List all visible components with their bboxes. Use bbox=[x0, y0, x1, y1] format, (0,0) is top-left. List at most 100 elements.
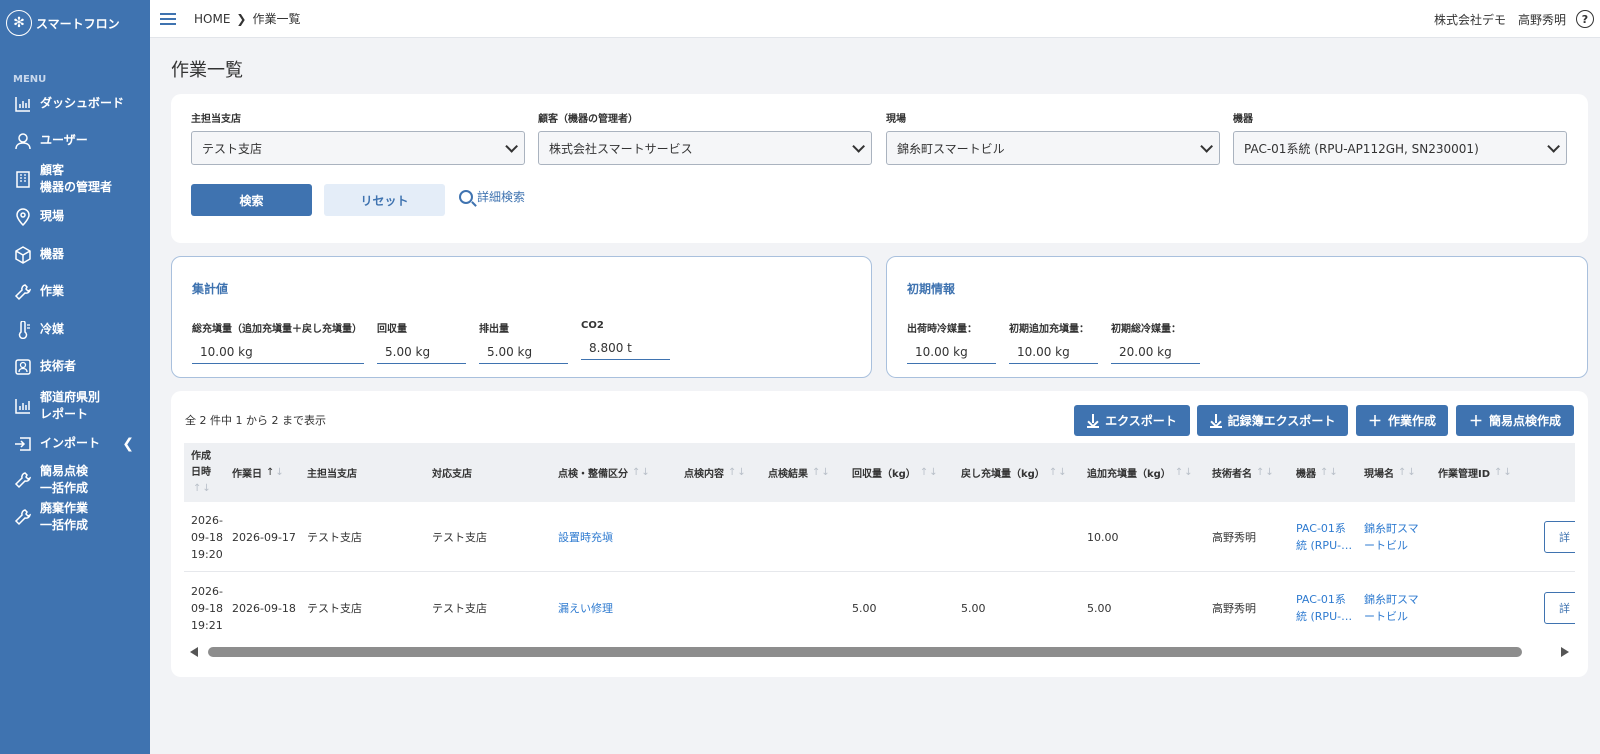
col-content[interactable]: 点検内容 ↑↓ bbox=[684, 443, 747, 502]
cell-branch: テスト支店 bbox=[432, 530, 487, 544]
user-name[interactable]: 高野秀明 bbox=[1518, 11, 1566, 28]
scrollbar-thumb[interactable] bbox=[208, 647, 1522, 657]
header-label: 主担当支店 bbox=[307, 469, 357, 480]
field-value: 5.00 kg bbox=[377, 341, 466, 364]
record-export-label: 記録簿エクスポート bbox=[1227, 414, 1336, 428]
sidebar-item-equipment[interactable]: 機器 bbox=[0, 237, 150, 272]
col-category[interactable]: 点検・整備区分 ↑↓ bbox=[558, 443, 651, 502]
col-main-branch[interactable]: 主担当支店 bbox=[307, 443, 357, 502]
chevron-down-icon bbox=[852, 139, 865, 153]
bar-chart-icon bbox=[13, 396, 33, 416]
breadcrumb-home[interactable]: HOME bbox=[194, 12, 230, 26]
horizontal-scrollbar[interactable] bbox=[184, 645, 1575, 659]
col-technician[interactable]: 技術者名 ↑↓ bbox=[1212, 443, 1275, 502]
work-list-panel: 全 2 件中 1 から 2 まで表示 エクスポート 記録簿エクスポート ＋ 作業… bbox=[171, 391, 1588, 677]
col-equipment[interactable]: 機器 ↑↓ bbox=[1296, 443, 1339, 502]
site-select[interactable]: 錦糸町スマートビル bbox=[886, 131, 1220, 165]
header-label: 作成 bbox=[191, 450, 211, 462]
create-work-button[interactable]: ＋ 作業作成 bbox=[1356, 405, 1448, 436]
chevron-left-icon: ❮ bbox=[122, 435, 134, 452]
col-result[interactable]: 点検結果 ↑↓ bbox=[768, 443, 831, 502]
customer-select[interactable]: 株式会社スマートサービス bbox=[538, 131, 872, 165]
sidebar-item-import[interactable]: インポート ❮ bbox=[0, 426, 150, 461]
search-panel: 主担当支店 テスト支店 顧客（機器の管理者） 株式会社スマートサービス 現場 錦… bbox=[171, 94, 1588, 243]
cell-work-date: 2026-09-17 bbox=[232, 530, 296, 544]
table-row: 2026- 09-18 19:20 2026-09-17 テスト支店 テスト支店… bbox=[184, 502, 1575, 572]
snowflake-logo-icon: ✻ bbox=[6, 10, 32, 36]
wrench-icon bbox=[13, 470, 33, 490]
sort-icon: ↑↓ bbox=[1256, 467, 1275, 478]
cell-site-link[interactable]: 錦糸町スマ ートビル bbox=[1364, 573, 1419, 641]
chevron-down-icon bbox=[505, 139, 518, 153]
sidebar-item-sites[interactable]: 現場 bbox=[0, 196, 150, 237]
search-button[interactable]: 検索 bbox=[191, 184, 312, 216]
sidebar-item-users[interactable]: ユーザー bbox=[0, 120, 150, 161]
select-value: テスト支店 bbox=[202, 141, 263, 156]
sidebar-item-customers[interactable]: 顧客 機器の管理者 bbox=[0, 161, 150, 196]
advanced-search-link[interactable]: 詳細検索 bbox=[459, 188, 525, 205]
cell-equipment-link[interactable]: PAC-01系 統 (RPU-… bbox=[1296, 573, 1352, 641]
brand[interactable]: ✻ スマートフロン bbox=[0, 0, 150, 46]
sort-icon: ↑↓ bbox=[812, 467, 831, 478]
cell-branch: テスト支店 bbox=[432, 601, 487, 615]
sort-icon: ↑↓ bbox=[728, 467, 747, 478]
reset-button[interactable]: リセット bbox=[324, 184, 445, 216]
scroll-right-icon[interactable] bbox=[1561, 647, 1569, 657]
scroll-left-icon[interactable] bbox=[190, 647, 198, 657]
thermometer-icon bbox=[13, 320, 33, 340]
record-export-button[interactable]: 記録簿エクスポート bbox=[1197, 405, 1348, 436]
sidebar-item-works[interactable]: 作業 bbox=[0, 272, 150, 311]
col-added[interactable]: 追加充塡量（kg） ↑↓ bbox=[1087, 443, 1194, 502]
cell-created: 2026- 09-18 19:21 bbox=[191, 584, 223, 632]
chevron-right-icon: ❯ bbox=[236, 11, 247, 26]
sidebar-item-label: 都道府県別 レポート bbox=[40, 389, 101, 421]
cell-technician: 高野秀明 bbox=[1212, 530, 1256, 544]
main-branch-select[interactable]: テスト支店 bbox=[191, 131, 525, 165]
col-branch[interactable]: 対応支店 bbox=[432, 443, 472, 502]
help-icon[interactable]: ? bbox=[1576, 10, 1594, 28]
col-created[interactable]: 作成 日時 ↑↓ bbox=[191, 443, 221, 502]
cell-equipment-link[interactable]: PAC-01系 統 (RPU-… bbox=[1296, 502, 1352, 572]
sidebar-item-bulk-disposal[interactable]: 廃棄作業 一括作成 bbox=[0, 498, 150, 535]
equipment-select[interactable]: PAC-01系統 (RPU-AP112GH, SN230001) bbox=[1233, 131, 1567, 165]
menu-toggle-icon[interactable] bbox=[160, 12, 176, 25]
export-button[interactable]: エクスポート bbox=[1074, 405, 1190, 436]
initial-info-panel: 初期情報 出荷時冷媒量： 10.00 kg 初期追加充塡量： 10.00 kg … bbox=[886, 256, 1588, 378]
sidebar-item-refrigerants[interactable]: 冷媒 bbox=[0, 311, 150, 348]
plus-icon: ＋ bbox=[1367, 413, 1382, 430]
menu-label: MENU bbox=[13, 74, 47, 85]
topbar-right: 株式会社デモ 高野秀明 ? bbox=[1434, 0, 1600, 38]
field-value: 8.800 t bbox=[581, 337, 670, 360]
detail-button[interactable]: 詳 bbox=[1544, 592, 1575, 624]
col-work-id[interactable]: 作業管理ID ↑↓ bbox=[1438, 443, 1513, 502]
sort-icon: ↑↓ bbox=[1320, 467, 1339, 478]
cell-category-link[interactable]: 設置時充塡 bbox=[558, 502, 613, 572]
export-label: エクスポート bbox=[1105, 414, 1177, 428]
site-filter: 現場 錦糸町スマートビル bbox=[886, 110, 1220, 165]
cell-site-link[interactable]: 錦糸町スマ ートビル bbox=[1364, 502, 1419, 572]
select-value: 株式会社スマートサービス bbox=[549, 141, 693, 156]
col-work-date[interactable]: 作業日 ↑↓ bbox=[232, 443, 285, 502]
sort-icon: ↑↓ bbox=[1494, 467, 1513, 478]
sidebar-item-dashboard[interactable]: ダッシュボード bbox=[0, 87, 150, 120]
header-label: 回収量（kg） bbox=[852, 469, 916, 480]
sidebar-item-bulk-simple-inspection[interactable]: 簡易点検 一括作成 bbox=[0, 461, 150, 498]
cell-main-branch: テスト支店 bbox=[307, 601, 362, 615]
col-site[interactable]: 現場名 ↑↓ bbox=[1364, 443, 1417, 502]
total-charge-field: 総充塡量（追加充塡量＋戻し充塡量） 10.00 kg bbox=[192, 320, 364, 364]
col-returned[interactable]: 戻し充塡量（kg） ↑↓ bbox=[961, 443, 1068, 502]
sidebar-item-prefecture-report[interactable]: 都道府県別 レポート bbox=[0, 385, 150, 426]
work-table: 作成 日時 ↑↓ 作業日 ↑↓ 主担当支店 対応支店 点検・整備区分 ↑↓ 点検内容… bbox=[184, 443, 1575, 641]
field-value: 10.00 kg bbox=[1009, 341, 1098, 364]
cell-category-link[interactable]: 漏えい修理 bbox=[558, 573, 613, 641]
sidebar-item-label: ユーザー bbox=[40, 133, 88, 147]
sidebar-item-technicians[interactable]: 技術者 bbox=[0, 348, 150, 385]
wrench-icon bbox=[13, 282, 33, 302]
col-recovered[interactable]: 回収量（kg） ↑↓ bbox=[852, 443, 939, 502]
field-label: 総充塡量（追加充塡量＋戻し充塡量） bbox=[192, 324, 362, 335]
detail-button[interactable]: 詳 bbox=[1544, 521, 1575, 553]
equipment-filter: 機器 PAC-01系統 (RPU-AP112GH, SN230001) bbox=[1233, 110, 1567, 165]
create-simple-inspection-button[interactable]: ＋ 簡易点検作成 bbox=[1456, 405, 1574, 436]
header-label: 日時 bbox=[191, 466, 211, 478]
initial-info-title: 初期情報 bbox=[907, 282, 956, 296]
